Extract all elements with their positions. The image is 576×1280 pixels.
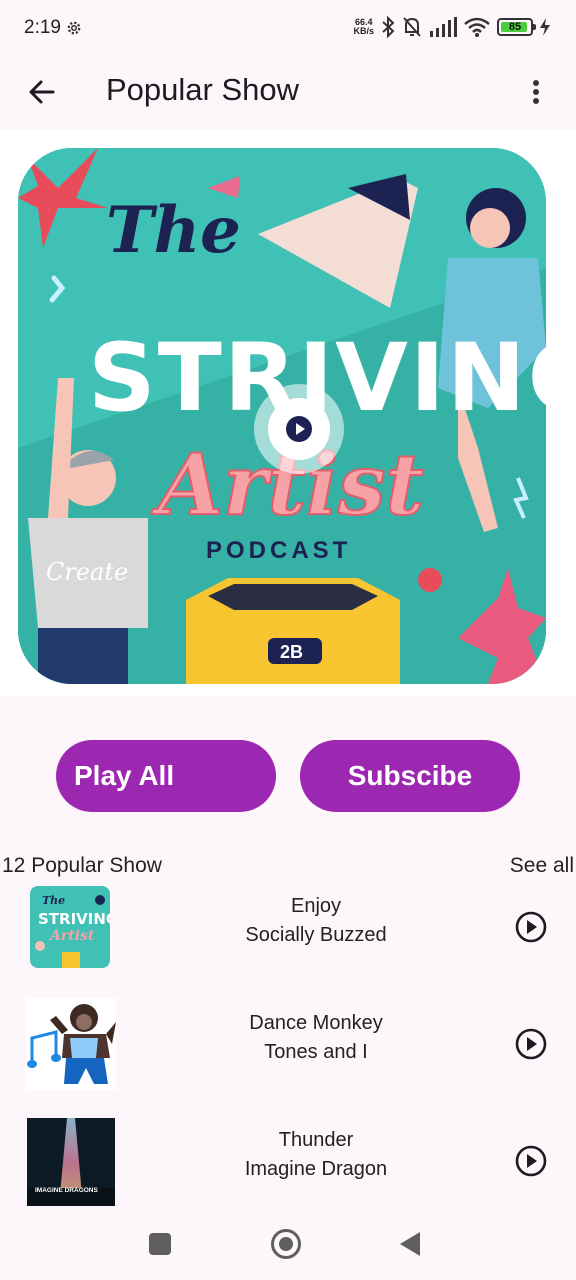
status-bar: 2:19 66.4 KB/s 85 [0,0,576,56]
list-title: 12 Popular Show [2,854,162,877]
charging-icon [540,18,550,36]
evolve-album-thumb: IMAGINE DRAGONS [27,1118,115,1206]
song-title: Enjoy [290,895,342,917]
song-artist: Socially Buzzed [245,924,387,946]
list-item-text: Enjoy Socially Buzzed [200,892,432,950]
network-speed: 66.4 KB/s [353,18,374,36]
see-all-link[interactable]: See all [510,854,574,878]
song-title: Dance Monkey [249,1012,383,1034]
cover-section: The STRIVING Artist PODCAST Create 2B [0,130,576,696]
list-item-text: Thunder Imagine Dragon [200,1126,432,1184]
battery-level: 85 [508,21,522,33]
back-triangle-icon[interactable] [400,1232,420,1256]
battery-cap [533,24,536,30]
app-bar: Popular Show [0,56,576,128]
signal-icon [430,17,457,37]
play-all-button[interactable]: Play All [56,740,276,812]
notifications-off-icon [403,17,421,37]
play-icon [286,416,312,442]
list-item-text: Dance Monkey Tones and I [200,1009,432,1067]
list-item-thumbnail: IMAGINE DRAGONS [27,1118,115,1206]
arrow-left-icon [29,80,55,104]
gear-icon [67,21,81,35]
recents-square-icon[interactable] [149,1233,171,1255]
cover-title-line4: PODCAST [206,537,351,564]
list-item-thumbnail [26,998,116,1090]
cover-box-label: 2B [280,642,303,662]
play-circle-icon[interactable] [514,910,548,944]
list-item[interactable]: The STRIVING Artist Enjoy Socially Buzze… [0,878,576,978]
play-circle-icon[interactable] [514,1027,548,1061]
thumb-line1: The [42,894,65,907]
page-title: Popular Show [106,72,300,107]
list-item[interactable]: IMAGINE DRAGONS Thunder Imagine Dragon [0,1112,576,1212]
thumb-line2: STRIVING [38,910,110,928]
battery-icon: 85 [497,18,536,36]
album-thumb-text: IMAGINE DRAGONS [35,1187,99,1194]
cover-title-line1: The [106,193,241,268]
cover-shirt-text: Create [46,558,128,586]
dancing-gorilla-thumb [26,998,116,1090]
list-item-thumbnail: The STRIVING Artist [30,886,110,968]
back-button[interactable] [20,70,64,114]
cover-play-button[interactable] [254,384,344,474]
subscribe-button[interactable]: Subscibe [300,740,520,812]
status-icons: 66.4 KB/s 85 [353,16,550,38]
more-vertical-icon [533,80,539,104]
home-circle-icon[interactable] [271,1229,301,1259]
striving-artist-thumb: The STRIVING Artist [30,886,110,968]
status-time: 2:19 [24,17,61,38]
thumb-line3: Artist [48,928,95,944]
wifi-icon [464,17,490,37]
song-artist: Imagine Dragon [244,1158,388,1180]
play-circle-icon[interactable] [514,1144,548,1178]
more-options-button[interactable] [514,70,558,114]
bluetooth-icon [382,16,395,38]
song-title: Thunder [278,1129,354,1151]
song-artist: Tones and I [264,1041,368,1063]
system-nav-bar [0,1210,576,1280]
list-item[interactable]: Dance Monkey Tones and I [0,995,576,1095]
cover-play-inner [268,398,330,460]
podcast-cover-art: The STRIVING Artist PODCAST Create 2B [18,148,546,684]
network-speed-unit: KB/s [353,26,374,36]
